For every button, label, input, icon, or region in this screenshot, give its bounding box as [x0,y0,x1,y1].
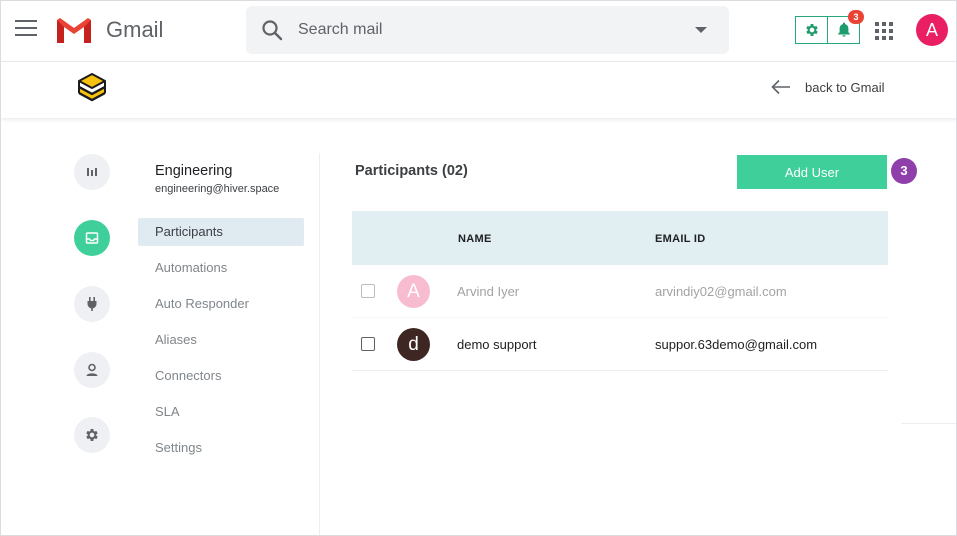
gmail-logo[interactable] [55,16,93,44]
column-header-email[interactable]: EMAIL ID [655,233,705,245]
avatar: d [397,328,430,361]
google-apps-icon[interactable] [875,22,893,40]
participant-name: Arvind Iyer [457,284,520,299]
participants-table: NAME EMAIL ID A Arvind Iyer arvindiy02@g… [352,211,888,371]
hiver-header: back to Gmail [1,61,956,118]
add-user-button[interactable]: Add User [737,155,887,189]
avatar: A [397,275,430,308]
group-name: Engineering [155,163,233,179]
rail-integrations-button[interactable] [74,286,110,322]
plug-icon [87,297,97,311]
rail-shared-inbox-button[interactable] [74,220,110,256]
participants-title: Participants (02) [355,163,468,179]
search-input[interactable] [298,14,678,46]
gmail-top-bar: Gmail 3 A [1,1,956,61]
gmail-wordmark: Gmail [106,17,164,42]
section-divider [319,153,320,535]
settings-icon [86,429,98,441]
table-header: NAME EMAIL ID [352,211,888,265]
row-checkbox[interactable] [361,337,375,351]
analytics-icon [87,168,97,176]
nav-item-automations[interactable]: Automations [138,254,304,282]
nav-item-settings[interactable]: Settings [138,434,304,462]
edge-divider [901,423,956,424]
account-avatar[interactable]: A [916,14,948,46]
gear-icon [806,24,818,36]
back-to-gmail-label: back to Gmail [805,79,885,95]
main-menu-icon[interactable] [15,20,37,40]
notification-count-badge: 3 [848,10,864,24]
nav-item-participants[interactable]: Participants [138,218,304,246]
back-to-gmail-link[interactable]: back to Gmail [771,79,884,95]
hiver-logo-icon [78,73,106,102]
rail-settings-button[interactable] [74,417,110,453]
column-header-name[interactable]: NAME [458,233,492,245]
user-icon [86,363,98,376]
hiver-settings-button[interactable] [796,17,827,43]
rail-users-button[interactable] [74,352,110,388]
search-icon[interactable] [260,18,284,42]
step-number-badge: 3 [891,158,917,184]
nav-item-aliases[interactable]: Aliases [138,326,304,354]
participant-email: arvindiy02@gmail.com [655,284,787,299]
participant-email: suppor.63demo@gmail.com [655,337,818,352]
rail-analytics-button[interactable] [74,154,110,190]
nav-item-auto-responder[interactable]: Auto Responder [138,290,304,318]
participant-name: demo support [457,337,537,352]
app-window: Gmail 3 A [0,0,957,536]
shared-inbox-icon [85,232,99,244]
group-email: engineering@hiver.space [155,183,280,195]
bell-icon [837,22,850,37]
row-checkbox[interactable] [361,284,375,298]
search-bar[interactable] [246,6,729,54]
table-row: A Arvind Iyer arvindiy02@gmail.com [352,265,888,318]
table-row: d demo support suppor.63demo@gmail.com [352,318,888,371]
nav-item-sla[interactable]: SLA [138,398,304,426]
arrow-left-icon [771,79,790,95]
search-options-chevron-down-icon[interactable] [695,27,707,33]
nav-item-connectors[interactable]: Connectors [138,362,304,390]
